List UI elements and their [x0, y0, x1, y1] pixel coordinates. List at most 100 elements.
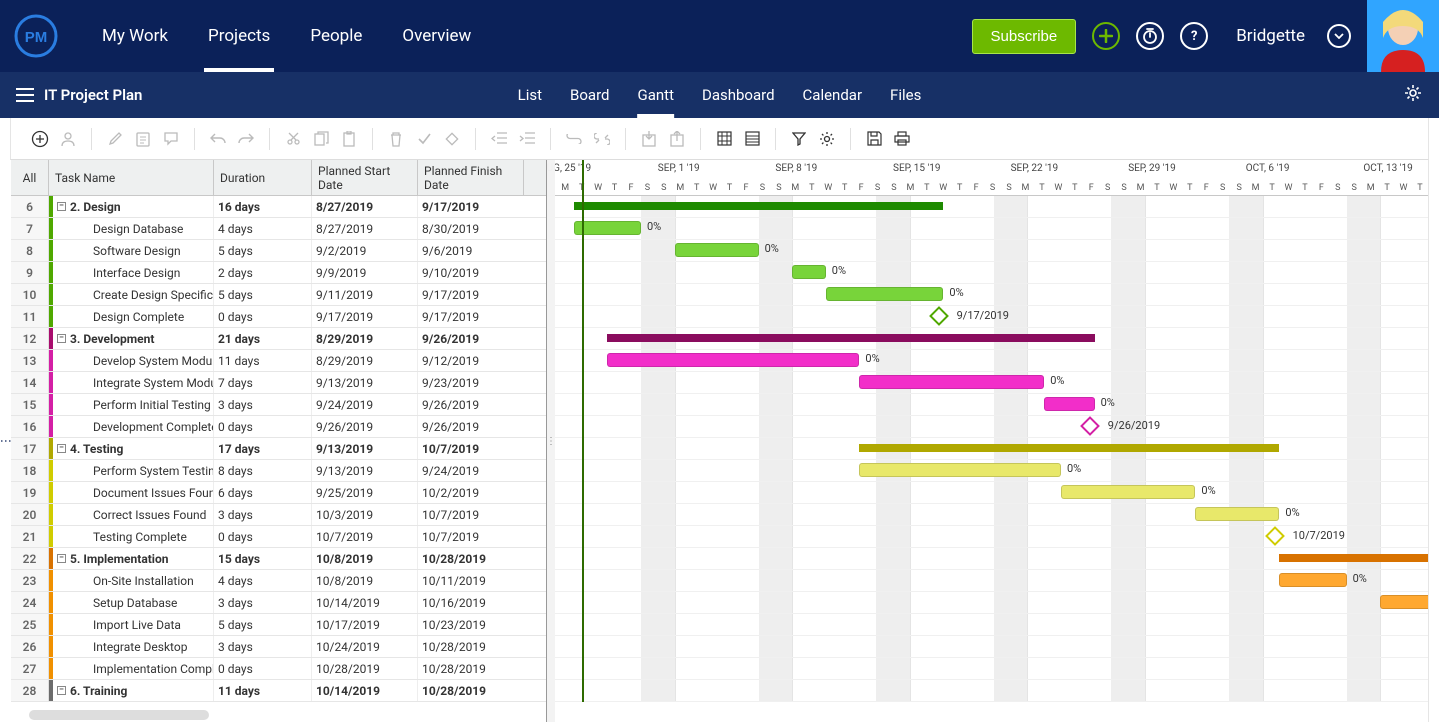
- task-row[interactable]: 24Setup Database3 days10/14/201910/16/20…: [11, 592, 546, 614]
- duration-cell[interactable]: 3 days: [214, 504, 312, 525]
- gantt-summary-bar[interactable]: [574, 202, 944, 210]
- row-number[interactable]: 11: [11, 306, 49, 327]
- row-number[interactable]: 9: [11, 262, 49, 283]
- task-name-cell[interactable]: Integrate System Modules: [53, 372, 214, 393]
- row-number[interactable]: 6: [11, 196, 49, 217]
- duration-cell[interactable]: 0 days: [214, 306, 312, 327]
- collapse-toggle[interactable]: −: [57, 686, 66, 695]
- finish-cell[interactable]: 10/16/2019: [418, 592, 524, 613]
- gantt-row[interactable]: 0%: [547, 504, 1428, 526]
- task-name-cell[interactable]: Perform Initial Testing: [53, 394, 214, 415]
- collapse-toggle[interactable]: −: [57, 334, 66, 343]
- duration-cell[interactable]: 11 days: [214, 350, 312, 371]
- finish-cell[interactable]: 9/26/2019: [418, 328, 524, 349]
- finish-cell[interactable]: 9/26/2019: [418, 394, 524, 415]
- gantt-task-bar[interactable]: [859, 463, 1061, 477]
- gantt-row[interactable]: 9/17/2019: [547, 306, 1428, 328]
- gantt-row[interactable]: [547, 548, 1428, 570]
- gantt-row[interactable]: 0%: [547, 218, 1428, 240]
- finish-cell[interactable]: 10/7/2019: [418, 504, 524, 525]
- row-number[interactable]: 20: [11, 504, 49, 525]
- row-number[interactable]: 10: [11, 284, 49, 305]
- duration-cell[interactable]: 6 days: [214, 482, 312, 503]
- task-name-cell[interactable]: −2. Design: [53, 196, 214, 217]
- finish-cell[interactable]: 9/26/2019: [418, 416, 524, 437]
- view-tab-gantt[interactable]: Gantt: [638, 72, 674, 118]
- start-cell[interactable]: 8/29/2019: [312, 350, 418, 371]
- gantt-row[interactable]: [547, 438, 1428, 460]
- task-name-cell[interactable]: Design Database: [53, 218, 214, 239]
- start-cell[interactable]: 10/28/2019: [312, 658, 418, 679]
- row-number[interactable]: 15: [11, 394, 49, 415]
- finish-cell[interactable]: 9/10/2019: [418, 262, 524, 283]
- row-number[interactable]: 22: [11, 548, 49, 569]
- task-name-cell[interactable]: −3. Development: [53, 328, 214, 349]
- duration-cell[interactable]: 11 days: [214, 680, 312, 701]
- task-row[interactable]: 8Software Design5 days9/2/20199/6/2019: [11, 240, 546, 262]
- row-number[interactable]: 28: [11, 680, 49, 701]
- finish-cell[interactable]: 10/28/2019: [418, 548, 524, 569]
- copy-button[interactable]: [310, 128, 332, 150]
- duration-cell[interactable]: 17 days: [214, 438, 312, 459]
- task-name-cell[interactable]: Correct Issues Found: [53, 504, 214, 525]
- row-number[interactable]: 19: [11, 482, 49, 503]
- gantt-row[interactable]: 9/26/2019: [547, 416, 1428, 438]
- save-button[interactable]: [863, 128, 885, 150]
- gantt-summary-bar[interactable]: [607, 334, 1094, 342]
- finish-cell[interactable]: 9/12/2019: [418, 350, 524, 371]
- task-name-cell[interactable]: Software Design: [53, 240, 214, 261]
- finish-cell[interactable]: 9/23/2019: [418, 372, 524, 393]
- finish-cell[interactable]: 10/11/2019: [418, 570, 524, 591]
- gantt-summary-bar[interactable]: [859, 444, 1279, 452]
- gantt-task-bar[interactable]: [1279, 573, 1346, 587]
- gantt-row[interactable]: 0%: [547, 240, 1428, 262]
- gantt-row[interactable]: [547, 614, 1428, 636]
- task-name-cell[interactable]: Import Live Data: [53, 614, 214, 635]
- row-number[interactable]: 16: [11, 416, 49, 437]
- logo[interactable]: PM: [0, 0, 72, 72]
- task-row[interactable]: 25Import Live Data5 days10/17/201910/23/…: [11, 614, 546, 636]
- task-row[interactable]: 7Design Database4 days8/27/20198/30/2019: [11, 218, 546, 240]
- start-cell[interactable]: 10/14/2019: [312, 592, 418, 613]
- grid-header-start[interactable]: Planned Start Date: [312, 160, 418, 195]
- finish-cell[interactable]: 10/2/2019: [418, 482, 524, 503]
- duration-cell[interactable]: 5 days: [214, 614, 312, 635]
- gantt-task-bar[interactable]: [1061, 485, 1195, 499]
- finish-cell[interactable]: 10/7/2019: [418, 526, 524, 547]
- indent-button[interactable]: [516, 128, 538, 150]
- start-cell[interactable]: 9/11/2019: [312, 284, 418, 305]
- gantt-row[interactable]: 0%: [547, 350, 1428, 372]
- gantt-row[interactable]: [547, 636, 1428, 658]
- row-number[interactable]: 23: [11, 570, 49, 591]
- gantt-row[interactable]: 0%: [547, 570, 1428, 592]
- add-task-button[interactable]: [29, 128, 51, 150]
- nav-item-projects[interactable]: Projects: [208, 0, 270, 72]
- view-tab-calendar[interactable]: Calendar: [803, 72, 863, 118]
- task-row[interactable]: 6−2. Design16 days8/27/20199/17/2019: [11, 196, 546, 218]
- task-row[interactable]: 26Integrate Desktop3 days10/24/201910/28…: [11, 636, 546, 658]
- start-cell[interactable]: 10/3/2019: [312, 504, 418, 525]
- duration-cell[interactable]: 0 days: [214, 658, 312, 679]
- gantt-task-bar[interactable]: [859, 375, 1044, 389]
- task-row[interactable]: 11Design Complete0 days9/17/20199/17/201…: [11, 306, 546, 328]
- gantt-summary-bar[interactable]: [1279, 554, 1428, 562]
- complete-button[interactable]: [413, 128, 435, 150]
- finish-cell[interactable]: 9/17/2019: [418, 306, 524, 327]
- start-cell[interactable]: 10/17/2019: [312, 614, 418, 635]
- menu-icon[interactable]: [16, 88, 34, 102]
- filter-button[interactable]: [788, 128, 810, 150]
- duration-cell[interactable]: 15 days: [214, 548, 312, 569]
- task-row[interactable]: 10Create Design Specifications5 days9/11…: [11, 284, 546, 306]
- row-number[interactable]: 27: [11, 658, 49, 679]
- task-row[interactable]: 16Development Complete0 days9/26/20199/2…: [11, 416, 546, 438]
- delete-button[interactable]: [385, 128, 407, 150]
- export-button[interactable]: [666, 128, 688, 150]
- collapse-toggle[interactable]: −: [57, 554, 66, 563]
- gantt-row[interactable]: 0%: [547, 482, 1428, 504]
- gantt-milestone[interactable]: [1080, 416, 1100, 436]
- task-name-cell[interactable]: Document Issues Found: [53, 482, 214, 503]
- undo-button[interactable]: [207, 128, 229, 150]
- import-button[interactable]: [638, 128, 660, 150]
- row-number[interactable]: 13: [11, 350, 49, 371]
- collapse-toggle[interactable]: −: [57, 202, 66, 211]
